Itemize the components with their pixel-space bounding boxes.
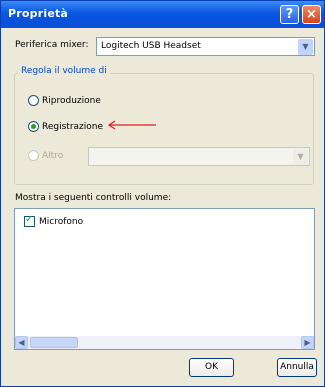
mixer-device-value: Logitech USB Headset bbox=[101, 41, 201, 51]
radio-registrazione-label[interactable]: Registrazione bbox=[42, 122, 103, 132]
microfono-checkbox[interactable]: ✓ bbox=[24, 214, 35, 227]
radio-altro bbox=[28, 150, 39, 161]
mixer-device-select[interactable]: Logitech USB Headset ▼ bbox=[96, 37, 315, 56]
title-bar[interactable]: Proprietà ? × bbox=[1, 1, 324, 28]
scroll-right-icon[interactable]: ▶ bbox=[301, 336, 314, 349]
radio-riproduzione-label[interactable]: Riproduzione bbox=[42, 96, 101, 106]
checkmark-icon: ✓ bbox=[25, 214, 34, 225]
volume-controls-list[interactable]: ✓ Microfono ◀ ▶ bbox=[14, 208, 315, 350]
close-button[interactable]: × bbox=[302, 5, 321, 24]
volume-group-legend: Regola il volume di bbox=[18, 66, 110, 76]
mixer-label: Periferica mixer: bbox=[15, 40, 89, 50]
chevron-down-icon[interactable]: ▼ bbox=[298, 39, 313, 55]
help-icon: ? bbox=[285, 7, 294, 22]
scrollbar-thumb[interactable] bbox=[30, 337, 78, 348]
radio-registrazione[interactable] bbox=[28, 121, 39, 132]
radio-riproduzione[interactable] bbox=[28, 95, 39, 106]
altro-device-select: ▼ bbox=[88, 147, 310, 166]
horizontal-scrollbar[interactable]: ◀ ▶ bbox=[15, 336, 314, 349]
scroll-left-icon[interactable]: ◀ bbox=[15, 336, 28, 349]
annotation-arrow bbox=[107, 120, 156, 130]
microfono-label[interactable]: Microfono bbox=[39, 217, 83, 227]
close-icon: × bbox=[306, 7, 317, 22]
ok-button[interactable]: OK bbox=[189, 358, 234, 377]
radio-altro-label: Altro bbox=[42, 151, 64, 161]
controls-label: Mostra i seguenti controlli volume: bbox=[15, 193, 172, 203]
window-title: Proprietà bbox=[8, 7, 69, 20]
chevron-down-icon: ▼ bbox=[293, 149, 308, 165]
cancel-button[interactable]: Annulla bbox=[277, 358, 317, 377]
help-button[interactable]: ? bbox=[280, 5, 299, 24]
